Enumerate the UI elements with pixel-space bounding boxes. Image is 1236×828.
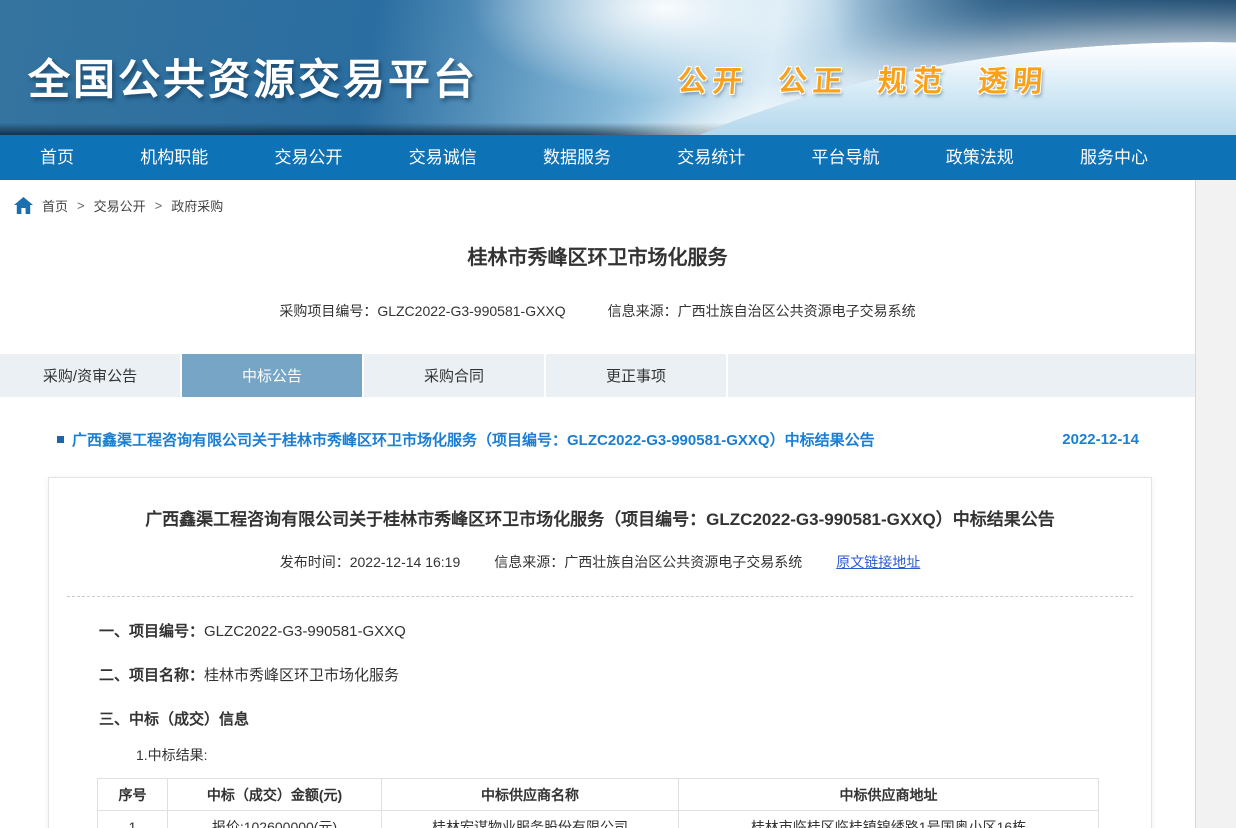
dashed-divider [67,596,1133,597]
section-award-info-label: 三、中标（成交）信息 [99,711,249,728]
nav-item-data-service[interactable]: 数据服务 [543,135,611,180]
nav-item-service-center[interactable]: 服务中心 [1080,135,1148,180]
section-project-name-value: 桂林市秀峰区环卫市场化服务 [204,667,399,684]
table-cell-supplier-address: 桂林市临桂区临桂镇锦绣路1号国奥小区16栋 [679,811,1099,828]
nav-item-functions[interactable]: 机构职能 [140,135,208,180]
nav-item-trade-stats[interactable]: 交易统计 [677,135,745,180]
table-header-amount: 中标（成交）金额(元) [168,779,382,811]
award-result-table: 序号 中标（成交）金额(元) 中标供应商名称 中标供应商地址 1 报价:1026… [97,778,1099,828]
section-project-number-label: 一、项目编号： [99,623,204,640]
section-project-number-value: GLZC2022-G3-990581-GXXQ [204,623,406,640]
announcement-date: 2022-12-14 [1062,431,1139,448]
table-header-supplier-name: 中标供应商名称 [382,779,679,811]
notice-tabs: 采购/资审公告 中标公告 采购合同 更正事项 [0,354,1195,397]
table-header-seq: 序号 [98,779,168,811]
main-nav: 首页 机构职能 交易公开 交易诚信 数据服务 交易统计 平台导航 政策法规 服务… [0,135,1236,180]
project-number-value: GLZC2022-G3-990581-GXXQ [377,303,565,319]
detail-title: 广西鑫渠工程咨询有限公司关于桂林市秀峰区环卫市场化服务（项目编号：GLZC202… [89,505,1111,530]
table-cell-supplier-name: 桂林宏谋物业服务股份有限公司 [382,811,679,828]
tabs-filler [728,354,1195,397]
award-result-label: 1.中标结果: [136,745,1151,765]
tab-procurement-notice[interactable]: 采购/资审公告 [0,354,180,397]
breadcrumb-separator: > [77,198,85,213]
table-header-row: 序号 中标（成交）金额(元) 中标供应商名称 中标供应商地址 [98,779,1099,811]
tab-contract[interactable]: 采购合同 [364,354,544,397]
table-cell-amount: 报价:102600000(元) [168,811,382,828]
site-banner: 全国公共资源交易平台 公开 公正 规范 透明 [0,0,1236,135]
tab-correction[interactable]: 更正事项 [546,354,726,397]
square-bullet-icon [57,436,64,443]
project-number-label: 采购项目编号： [279,303,377,319]
detail-meta-line: 发布时间：2022-12-14 16:19 信息来源：广西壮族自治区公共资源电子交… [49,552,1151,572]
original-link[interactable]: 原文链接地址 [836,554,920,570]
site-title: 全国公共资源交易平台 [28,46,478,107]
section-project-name-label: 二、项目名称： [99,667,204,684]
tab-award-notice[interactable]: 中标公告 [182,354,362,397]
breadcrumb-item-home[interactable]: 首页 [42,196,68,215]
detail-source-value: 广西壮族自治区公共资源电子交易系统 [564,554,802,570]
nav-item-home[interactable]: 首页 [40,135,74,180]
nav-item-trade-credit[interactable]: 交易诚信 [409,135,477,180]
section-project-name: 二、项目名称：桂林市秀峰区环卫市场化服务 [99,664,1151,685]
project-info-line: 采购项目编号：GLZC2022-G3-990581-GXXQ 信息来源：广西壮族自… [0,301,1195,321]
section-award-info: 三、中标（成交）信息 [99,708,1151,729]
site-slogan: 公开 公正 规范 透明 [677,58,1050,100]
publish-time-label: 发布时间： [280,554,350,570]
home-icon[interactable] [14,197,33,214]
nav-item-policy[interactable]: 政策法规 [946,135,1014,180]
publish-time-value: 2022-12-14 16:19 [350,554,461,570]
info-source-label: 信息来源： [608,303,678,319]
breadcrumb-item-gov-procurement[interactable]: 政府采购 [171,196,223,215]
table-header-supplier-address: 中标供应商地址 [679,779,1099,811]
breadcrumb: 首页 > 交易公开 > 政府采购 [0,180,1195,215]
detail-source-label: 信息来源： [494,554,564,570]
page-title: 桂林市秀峰区环卫市场化服务 [0,241,1195,270]
announcement-list-item: 广西鑫渠工程咨询有限公司关于桂林市秀峰区环卫市场化服务（项目编号：GLZC202… [0,429,1195,450]
nav-item-platform-guide[interactable]: 平台导航 [812,135,880,180]
nav-item-trade-open[interactable]: 交易公开 [275,135,343,180]
announcement-link[interactable]: 广西鑫渠工程咨询有限公司关于桂林市秀峰区环卫市场化服务（项目编号：GLZC202… [72,429,875,450]
announcement-detail-card: 广西鑫渠工程咨询有限公司关于桂林市秀峰区环卫市场化服务（项目编号：GLZC202… [48,477,1152,828]
info-source-value: 广西壮族自治区公共资源电子交易系统 [678,303,916,319]
section-project-number: 一、项目编号：GLZC2022-G3-990581-GXXQ [99,620,1151,641]
content-area: 首页 > 交易公开 > 政府采购 桂林市秀峰区环卫市场化服务 采购项目编号：GL… [0,180,1196,828]
table-row: 1 报价:102600000(元) 桂林宏谋物业服务股份有限公司 桂林市临桂区临… [98,811,1099,828]
breadcrumb-separator: > [155,198,163,213]
table-cell-seq: 1 [98,811,168,828]
breadcrumb-item-trade-open[interactable]: 交易公开 [94,196,146,215]
